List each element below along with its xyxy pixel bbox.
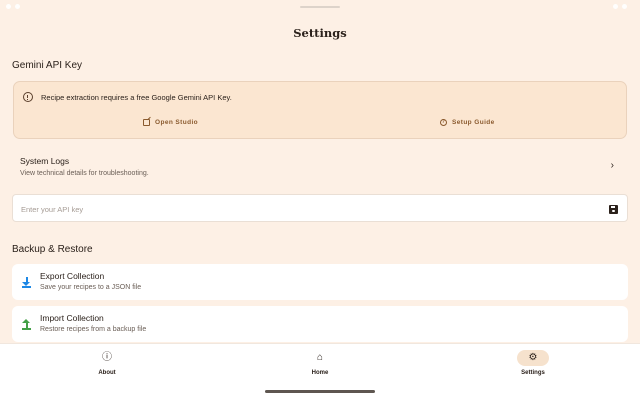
drag-handle xyxy=(300,6,340,8)
gear-icon: ⚙ xyxy=(528,352,538,363)
status-dot xyxy=(6,4,11,9)
section-title-backup: Backup & Restore xyxy=(12,244,93,255)
status-dot xyxy=(15,4,20,9)
nav-item-settings[interactable]: ⚙ Settings xyxy=(473,344,593,384)
setup-guide-label: Setup Guide xyxy=(452,118,495,126)
export-subtitle: Save your recipes to a JSON file xyxy=(40,284,142,291)
import-subtitle: Restore recipes from a backup file xyxy=(40,326,147,333)
battery-icon xyxy=(622,4,627,9)
download-icon xyxy=(22,277,31,288)
gemini-info-card: Recipe extraction requires a free Google… xyxy=(13,81,627,139)
import-title: Import Collection xyxy=(40,313,104,323)
open-studio-button[interactable]: Open Studio xyxy=(143,116,198,128)
nav-item-home[interactable]: ⌂ Home xyxy=(260,344,380,384)
section-title-gemini: Gemini API Key xyxy=(12,60,83,71)
open-studio-label: Open Studio xyxy=(155,118,199,126)
info-icon: ⓘ xyxy=(102,352,112,363)
download-icon-base xyxy=(22,286,31,288)
home-icon: ⌂ xyxy=(316,352,324,363)
nav-label-about: About xyxy=(98,370,116,376)
export-title: Export Collection xyxy=(40,271,105,281)
external-link-icon xyxy=(143,118,150,126)
upload-icon-base xyxy=(22,328,31,330)
help-circle-icon: ? xyxy=(440,118,447,126)
info-icon xyxy=(23,92,33,102)
system-logs-row[interactable]: System Logs View technical details for t… xyxy=(12,150,628,186)
api-key-input[interactable] xyxy=(21,199,601,219)
chevron-right-icon: › xyxy=(610,160,614,171)
api-key-field xyxy=(12,194,628,222)
info-text: Recipe extraction requires a free Google… xyxy=(41,93,232,102)
nav-label-home: Home xyxy=(311,370,329,376)
signal-icon xyxy=(613,4,618,9)
gesture-home-bar[interactable] xyxy=(265,390,375,393)
upload-icon xyxy=(22,319,31,330)
setup-guide-button[interactable]: ? Setup Guide xyxy=(440,116,495,128)
page-title: Settings xyxy=(293,26,347,40)
nav-item-about[interactable]: ⓘ About xyxy=(47,344,167,384)
system-logs-title: System Logs xyxy=(20,156,70,166)
system-logs-subtitle: View technical details for troubleshooti… xyxy=(20,170,149,177)
export-collection-button[interactable]: Export Collection Save your recipes to a… xyxy=(12,264,628,300)
import-collection-button[interactable]: Import Collection Restore recipes from a… xyxy=(12,306,628,342)
nav-label-settings: Settings xyxy=(521,370,545,376)
save-icon[interactable] xyxy=(609,205,618,214)
